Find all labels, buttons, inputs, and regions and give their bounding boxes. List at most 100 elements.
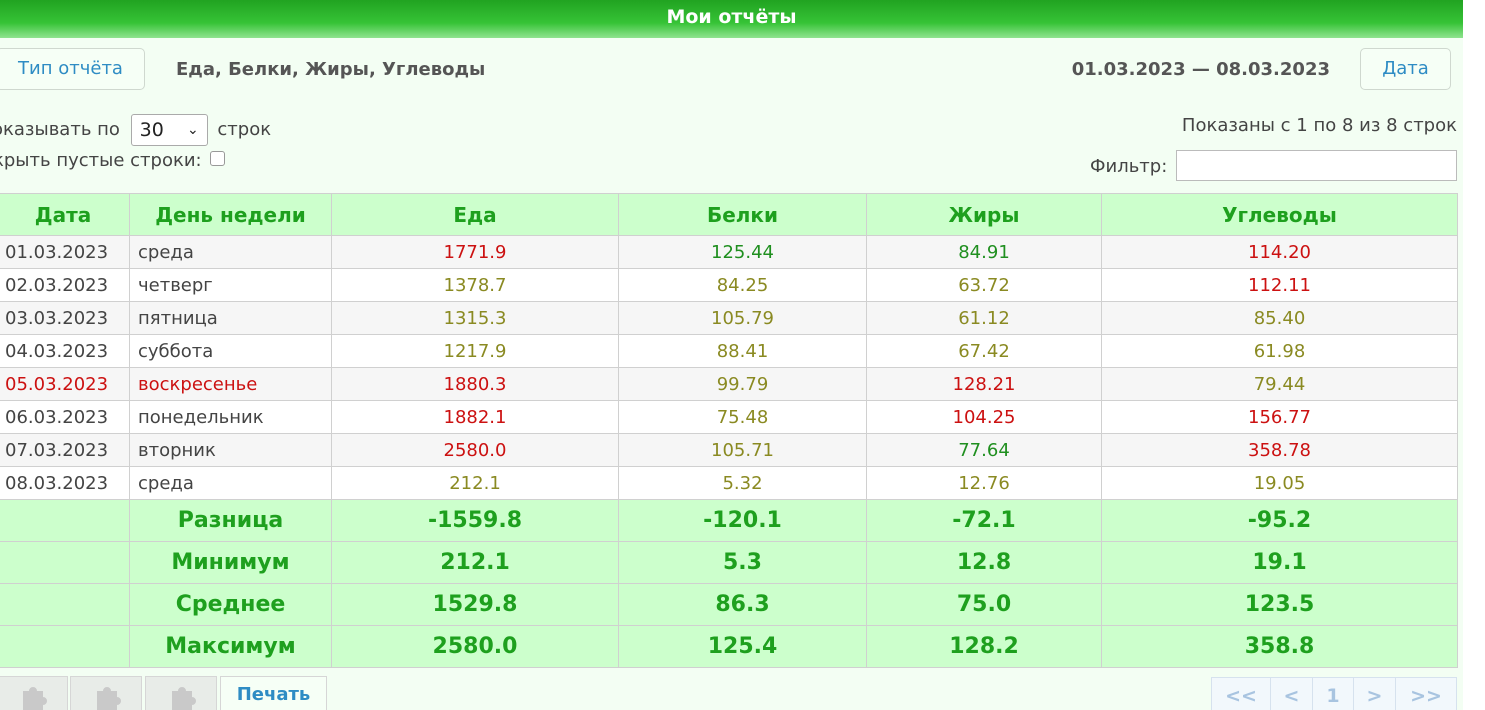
cell-carbs: 61.98 — [1101, 334, 1458, 368]
summary-row-minimum: Минимум 212.1 5.3 12.8 19.1 — [0, 541, 1458, 584]
table-row: 02.03.2023 четверг 1378.7 84.25 63.72 11… — [0, 268, 1458, 302]
cell-food: 1315.3 — [331, 301, 619, 335]
summary-row-maximum: Максимум 2580.0 125.4 128.2 358.8 — [0, 625, 1458, 668]
summary-label: Минимум — [129, 541, 332, 584]
cell-weekday: вторник — [129, 433, 332, 467]
cell-fat: 77.64 — [866, 433, 1102, 467]
cell-date: 02.03.2023 — [0, 268, 130, 302]
rows-per-page-suffix: строк — [217, 119, 272, 140]
cell-food: 1771.9 — [331, 235, 619, 269]
cell-food: 1880.3 — [331, 367, 619, 401]
cell-food: 1378.7 — [331, 268, 619, 302]
cell-date: 08.03.2023 — [0, 466, 130, 500]
summary-fat: 128.2 — [866, 625, 1102, 668]
cell-fat: 61.12 — [866, 301, 1102, 335]
cell-fat: 12.76 — [866, 466, 1102, 500]
summary-protein: 125.4 — [618, 625, 867, 668]
cell-fat: 84.91 — [866, 235, 1102, 269]
summary-food: 1529.8 — [331, 583, 619, 626]
cell-food: 2580.0 — [331, 433, 619, 467]
column-header-fat[interactable]: Жиры — [866, 193, 1102, 236]
pager-next-button[interactable]: > — [1354, 678, 1396, 710]
cell-date: 05.03.2023 — [0, 367, 130, 401]
filter-input[interactable] — [1176, 150, 1457, 181]
column-header-carbs[interactable]: Углеводы — [1101, 193, 1458, 236]
summary-fat: -72.1 — [866, 499, 1102, 542]
report-type-button[interactable]: Тип отчёта — [0, 48, 145, 90]
column-header-food[interactable]: Еда — [331, 193, 619, 236]
cell-food: 1882.1 — [331, 400, 619, 434]
cell-date: 04.03.2023 — [0, 334, 130, 368]
cell-carbs: 112.11 — [1101, 268, 1458, 302]
summary-food: 2580.0 — [331, 625, 619, 668]
cell-protein: 75.48 — [618, 400, 867, 434]
cell-carbs: 358.78 — [1101, 433, 1458, 467]
cell-weekday: среда — [129, 235, 332, 269]
summary-empty-cell — [0, 541, 130, 584]
column-header-weekday[interactable]: День недели — [129, 193, 332, 236]
puzzle-icon — [97, 687, 121, 710]
cell-food: 1217.9 — [331, 334, 619, 368]
summary-label: Разница — [129, 499, 332, 542]
summary-fat: 75.0 — [866, 583, 1102, 626]
plugin-tab[interactable] — [70, 676, 142, 710]
column-header-protein[interactable]: Белки — [618, 193, 867, 236]
column-header-date[interactable]: Дата — [0, 193, 130, 236]
pager-first-button[interactable]: << — [1212, 678, 1271, 710]
hide-empty-rows-control: крыть пустые строки: — [0, 150, 225, 171]
pagination: << < 1 > >> — [1211, 677, 1457, 710]
cell-fat: 67.42 — [866, 334, 1102, 368]
cell-carbs: 79.44 — [1101, 367, 1458, 401]
plugin-tab[interactable] — [0, 676, 68, 710]
cell-fat: 128.21 — [866, 367, 1102, 401]
summary-food: -1559.8 — [331, 499, 619, 542]
cell-carbs: 114.20 — [1101, 235, 1458, 269]
table-row: 07.03.2023 вторник 2580.0 105.71 77.64 3… — [0, 433, 1458, 467]
summary-carbs: -95.2 — [1101, 499, 1458, 542]
pager-page-1[interactable]: 1 — [1313, 678, 1354, 710]
rows-per-page-prefix: оказывать по — [0, 119, 120, 140]
cell-date: 03.03.2023 — [0, 301, 130, 335]
cell-weekday: воскресенье — [129, 367, 332, 401]
summary-label: Среднее — [129, 583, 332, 626]
cell-weekday: понедельник — [129, 400, 332, 434]
rows-per-page-value: 30 — [139, 119, 164, 141]
cell-protein: 5.32 — [618, 466, 867, 500]
summary-protein: 5.3 — [618, 541, 867, 584]
summary-fat: 12.8 — [866, 541, 1102, 584]
rows-per-page-select[interactable]: 30 ⌄ — [130, 114, 208, 146]
table-row: 05.03.2023 воскресенье 1880.3 99.79 128.… — [0, 367, 1458, 401]
summary-empty-cell — [0, 499, 130, 542]
pager-prev-button[interactable]: < — [1271, 678, 1313, 710]
chevron-down-icon: ⌄ — [186, 122, 199, 138]
pager-last-button[interactable]: >> — [1396, 678, 1456, 710]
summary-food: 212.1 — [331, 541, 619, 584]
date-button[interactable]: Дата — [1360, 48, 1451, 90]
cell-date: 01.03.2023 — [0, 235, 130, 269]
filter-label: Фильтр: — [1090, 156, 1168, 177]
summary-empty-cell — [0, 583, 130, 626]
cell-weekday: четверг — [129, 268, 332, 302]
page-title: Мои отчёты — [0, 0, 1463, 38]
cell-fat: 104.25 — [866, 400, 1102, 434]
table-row: 01.03.2023 среда 1771.9 125.44 84.91 114… — [0, 235, 1458, 269]
summary-carbs: 19.1 — [1101, 541, 1458, 584]
date-range: 01.03.2023 — 08.03.2023 — [1071, 59, 1330, 80]
table-header-row: Дата День недели Еда Белки Жиры Углеводы — [0, 193, 1458, 236]
cell-protein: 105.79 — [618, 301, 867, 335]
cell-weekday: суббота — [129, 334, 332, 368]
cell-protein: 99.79 — [618, 367, 867, 401]
print-button[interactable]: Печать — [220, 676, 327, 710]
cell-fat: 63.72 — [866, 268, 1102, 302]
hide-empty-rows-label: крыть пустые строки: — [0, 150, 202, 171]
cell-carbs: 19.05 — [1101, 466, 1458, 500]
summary-row-difference: Разница -1559.8 -120.1 -72.1 -95.2 — [0, 499, 1458, 542]
hide-empty-rows-checkbox[interactable] — [209, 151, 225, 166]
reports-page: Мои отчёты Тип отчёта Еда, Белки, Жиры, … — [0, 0, 1463, 710]
cell-carbs: 85.40 — [1101, 301, 1458, 335]
plugin-tab[interactable] — [145, 676, 217, 710]
cell-protein: 105.71 — [618, 433, 867, 467]
summary-row-average: Среднее 1529.8 86.3 75.0 123.5 — [0, 583, 1458, 626]
summary-label: Максимум — [129, 625, 332, 668]
cell-protein: 84.25 — [618, 268, 867, 302]
